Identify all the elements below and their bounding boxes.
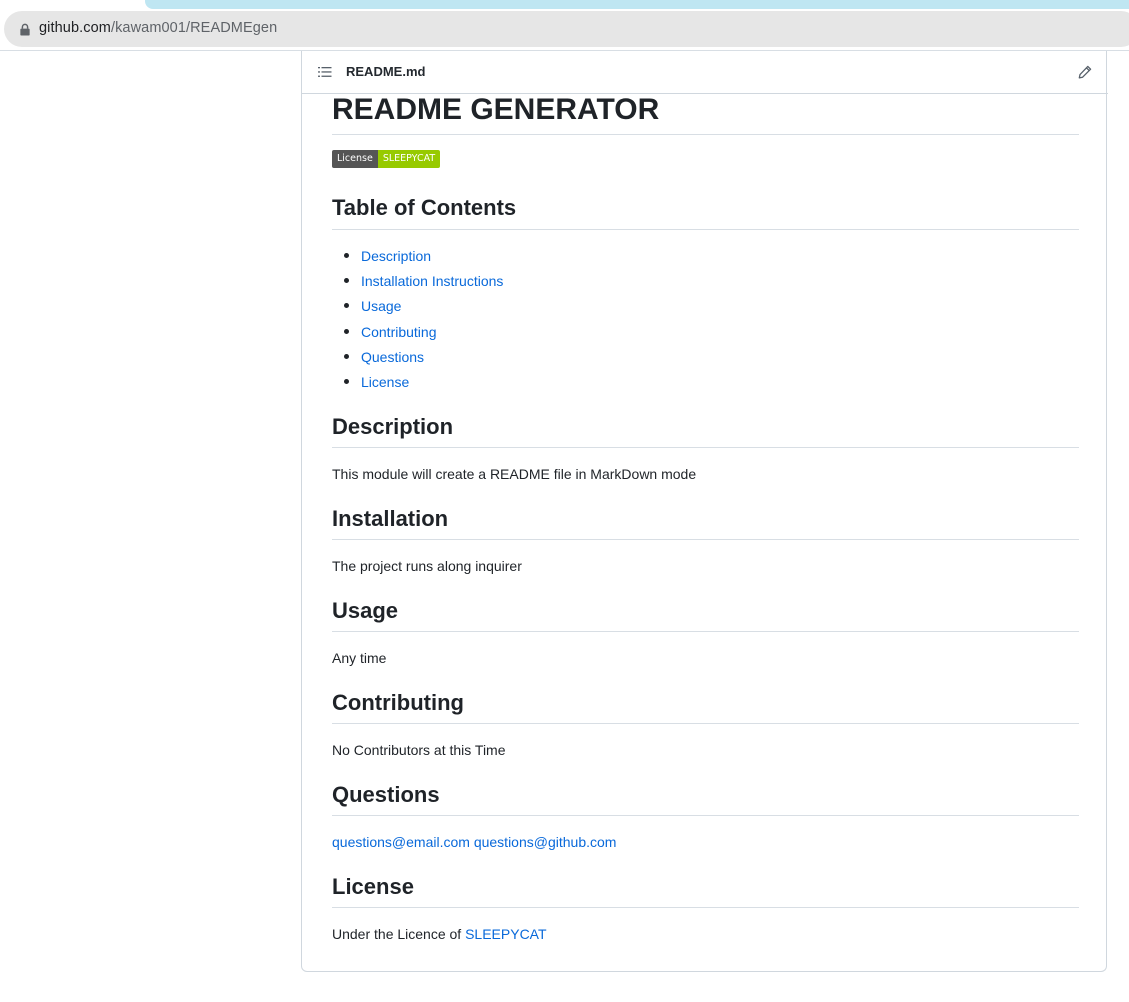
contributing-rule xyxy=(332,723,1079,724)
usage-rule xyxy=(332,631,1079,632)
questions-rule xyxy=(332,815,1079,816)
toc-link-questions[interactable]: Questions xyxy=(361,348,424,366)
file-name: README.md xyxy=(346,64,426,79)
installation-text: The project runs along inquirer xyxy=(332,558,522,574)
title-rule xyxy=(332,134,1079,135)
readme-title: README GENERATOR xyxy=(332,93,660,126)
table-of-contents-icon[interactable] xyxy=(318,66,332,78)
questions-text: questions@email.com questions@github.com xyxy=(332,833,616,851)
active-tab-strip xyxy=(145,0,1129,9)
badge-value: SLEEPYCAT xyxy=(377,150,441,168)
toc-link-installation[interactable]: Installation Instructions xyxy=(361,272,503,290)
edit-pencil-icon[interactable] xyxy=(1078,65,1092,79)
contributing-text: No Contributors at this Time xyxy=(332,742,506,758)
contributing-heading: Contributing xyxy=(332,690,464,715)
url-path: /kawam001/READMEgen xyxy=(110,20,278,36)
address-bar[interactable]: github.com/kawam001/READMEgen xyxy=(4,11,1129,47)
license-heading: License xyxy=(332,874,414,899)
installation-heading: Installation xyxy=(332,506,449,531)
toc-heading: Table of Contents xyxy=(332,195,517,220)
email-link[interactable]: questions@email.com xyxy=(332,834,470,850)
usage-text: Any time xyxy=(332,650,387,666)
questions-heading: Questions xyxy=(332,782,440,807)
lock-icon xyxy=(20,23,30,36)
license-link[interactable]: SLEEPYCAT xyxy=(465,926,546,942)
toc-link-contributing[interactable]: Contributing xyxy=(361,323,437,341)
url-host: github.com xyxy=(39,20,111,36)
toc-link-description[interactable]: Description xyxy=(361,247,431,265)
badge-label: License xyxy=(332,150,378,168)
description-text: This module will create a README file in… xyxy=(332,466,697,482)
toc-link-usage[interactable]: Usage xyxy=(361,297,401,315)
license-badge[interactable]: License SLEEPYCAT xyxy=(332,150,441,168)
description-heading: Description xyxy=(332,414,454,439)
license-text: Under the Licence of SLEEPYCAT xyxy=(332,925,547,943)
license-text-prefix: Under the Licence of xyxy=(332,926,466,942)
toc-rule xyxy=(332,229,1079,230)
license-rule xyxy=(332,907,1079,908)
readme-box: README.md README GENERATOR License SLEEP… xyxy=(301,51,1108,972)
readme-header: README.md xyxy=(302,51,1108,94)
description-rule xyxy=(332,447,1079,448)
usage-heading: Usage xyxy=(332,598,399,623)
installation-rule xyxy=(332,539,1079,540)
toc-link-license[interactable]: License xyxy=(361,373,409,391)
url-text[interactable]: github.com/kawam001/READMEgen xyxy=(39,20,277,36)
github-link[interactable]: questions@github.com xyxy=(474,834,617,850)
